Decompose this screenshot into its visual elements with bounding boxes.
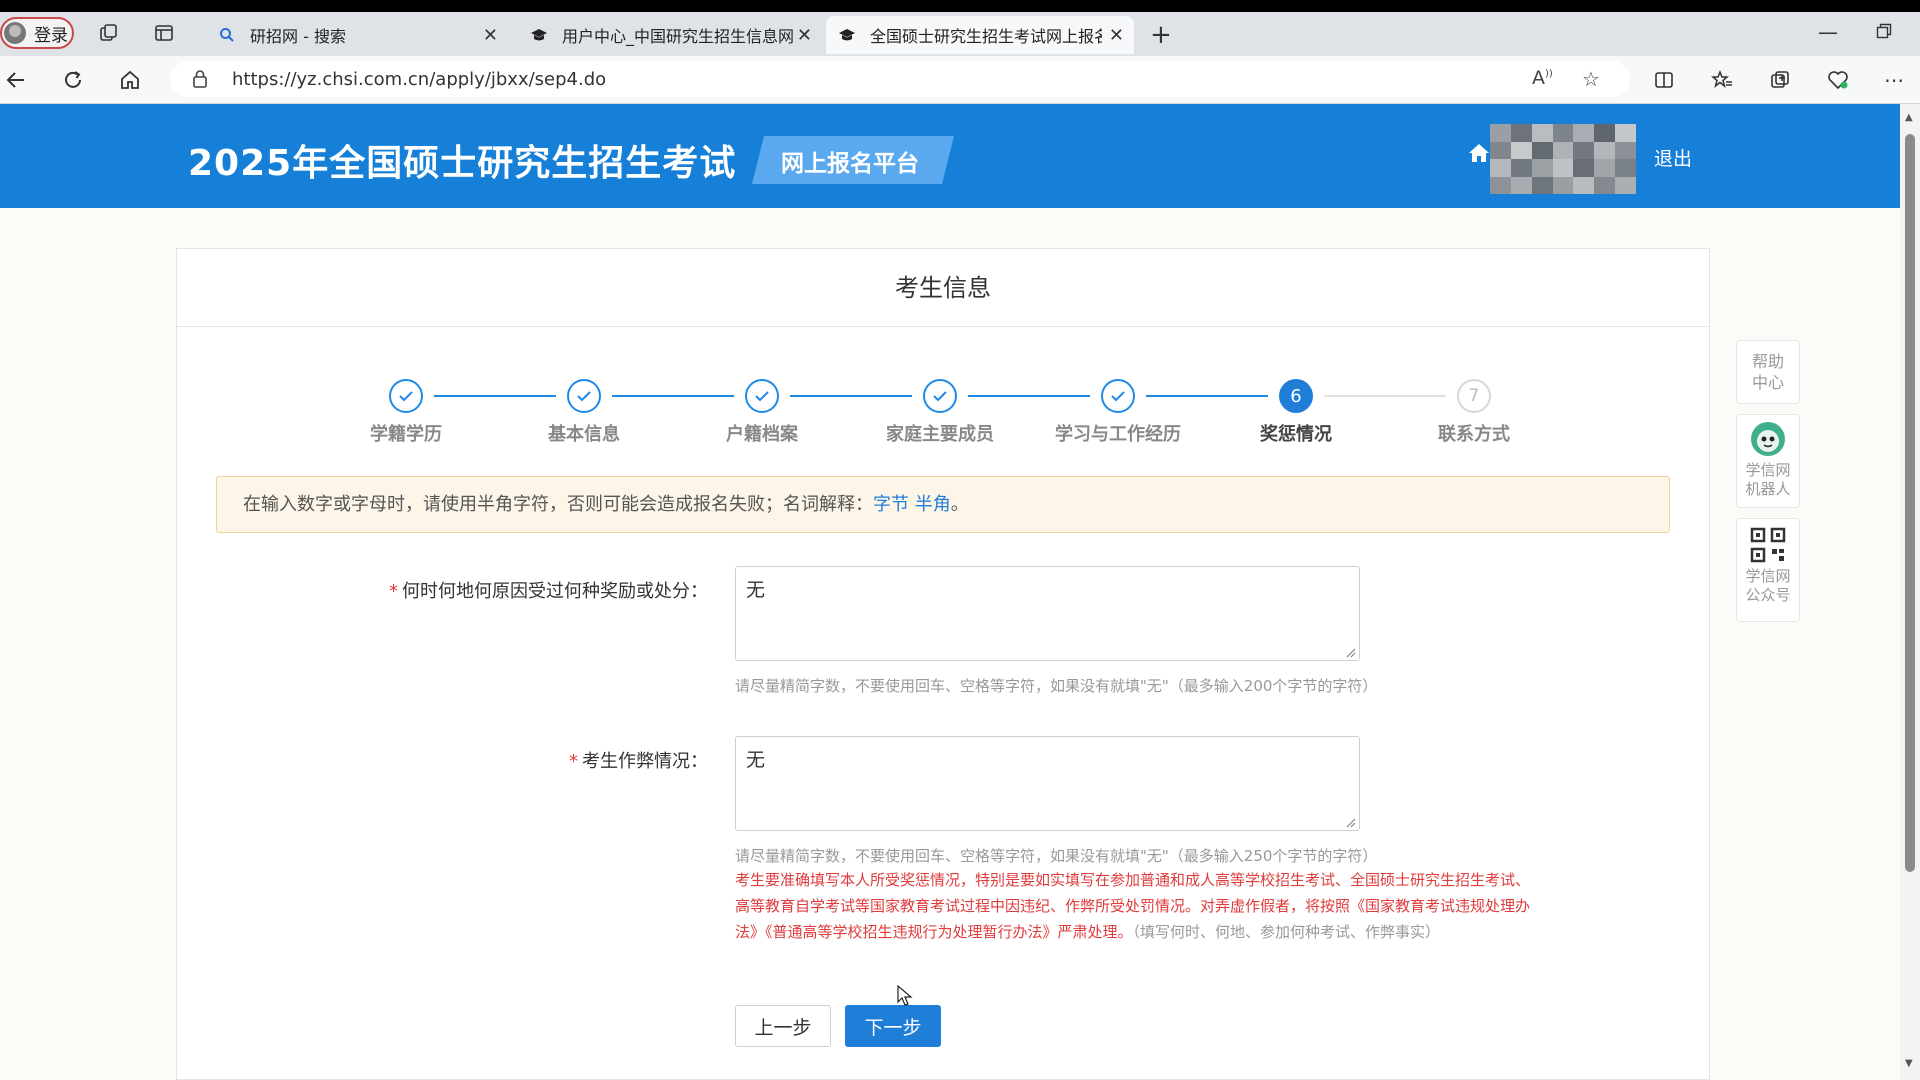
halfwidth-link[interactable]: 半角 xyxy=(915,494,951,515)
favorites-icon[interactable] xyxy=(1708,66,1736,94)
warning-gray: （填写何时、何地、参加何种考试、作弊事实） xyxy=(1132,923,1441,941)
profile-avatar-icon xyxy=(4,22,26,44)
restore-icon[interactable] xyxy=(1876,20,1892,44)
notice-text: 在输入数字或字母时，请使用半角字符，否则可能会造成报名失败；名词解释： xyxy=(243,494,873,515)
avatar xyxy=(1490,124,1636,194)
step-1-check-icon xyxy=(389,379,423,413)
rewards-value: 无 xyxy=(746,579,766,601)
warning-text: 考生要准确填写本人所受奖惩情况，特别是要如实填写在参加普通和成人高等学校招生考试… xyxy=(735,867,1535,945)
window-top-strip xyxy=(0,0,1920,12)
cheating-label-text: 考生作弊情况： xyxy=(582,751,708,772)
site-header: 2025年全国硕士研究生招生考试 网上报名平台 退出 xyxy=(0,104,1900,208)
resize-grip-icon[interactable] xyxy=(1346,818,1356,828)
logout-link[interactable]: 退出 xyxy=(1654,144,1692,171)
step-label: 学籍学历 xyxy=(370,424,442,445)
tab-actions-icon[interactable] xyxy=(153,22,175,44)
home-icon[interactable] xyxy=(1468,142,1490,168)
help-center-button[interactable]: 帮助中心 xyxy=(1736,340,1800,404)
tab-application[interactable]: 全国硕士研究生招生考试网上报名 ✕ xyxy=(826,16,1134,54)
cheating-textarea[interactable]: 无 xyxy=(735,736,1360,831)
back-icon[interactable] xyxy=(2,66,30,94)
form-card: 考生信息 xyxy=(176,248,1710,1080)
robot-button[interactable]: 学信网机器人 xyxy=(1736,414,1800,508)
step-connector xyxy=(1146,395,1268,397)
site-title: 2025年全国硕士研究生招生考试 xyxy=(188,143,737,184)
step-connector xyxy=(434,395,556,397)
scroll-down-icon[interactable]: ▼ xyxy=(1905,1058,1913,1069)
robot-label: 学信网机器人 xyxy=(1745,461,1791,498)
required-mark: * xyxy=(389,581,398,602)
wechat-label: 学信网公众号 xyxy=(1745,567,1791,604)
step-label: 联系方式 xyxy=(1438,424,1510,445)
step-connector xyxy=(790,395,912,397)
browser-essentials-icon[interactable] xyxy=(1824,66,1852,94)
rewards-hint: 请尽量精简字数，不要使用回车、空格等字符，如果没有就填"无"（最多输入200个字… xyxy=(735,677,1378,695)
minimize-icon[interactable]: — xyxy=(1818,20,1838,44)
tab-search[interactable]: 研招网 - 搜索 ✕ xyxy=(206,16,508,54)
cheating-value: 无 xyxy=(746,749,766,771)
next-step-button[interactable]: 下一步 xyxy=(845,1005,941,1047)
byte-link[interactable]: 字节 xyxy=(873,494,909,515)
robot-icon xyxy=(1750,421,1786,457)
read-aloud-icon[interactable]: A)) xyxy=(1532,67,1553,89)
step-label: 家庭主要成员 xyxy=(886,424,994,445)
step-5-check-icon xyxy=(1101,379,1135,413)
required-mark: * xyxy=(569,751,578,772)
step-3-check-icon xyxy=(745,379,779,413)
rewards-label: * 何时何地何原因受过何种奖励或处分： xyxy=(188,577,708,603)
profile-label: 登录 xyxy=(34,25,68,46)
mortarboard-icon xyxy=(530,26,548,44)
step-label: 学习与工作经历 xyxy=(1055,424,1181,445)
reload-icon[interactable] xyxy=(59,66,87,94)
close-icon[interactable]: ✕ xyxy=(483,25,498,46)
platform-label: 网上报名平台 xyxy=(781,151,919,177)
more-menu-icon[interactable]: ⋯ xyxy=(1880,66,1908,94)
close-icon[interactable]: ✕ xyxy=(797,25,812,46)
cheating-hint: 请尽量精简字数，不要使用回车、空格等字符，如果没有就填"无"（最多输入250个字… xyxy=(735,847,1378,865)
cheating-label: * 考生作弊情况： xyxy=(188,747,708,773)
search-icon xyxy=(218,26,236,44)
profile-button[interactable]: 登录 xyxy=(0,17,74,49)
mouse-cursor-icon xyxy=(897,984,913,1011)
tab-title: 全国硕士研究生招生考试网上报名 xyxy=(870,27,1102,46)
home-icon[interactable] xyxy=(116,66,144,94)
new-tab-button[interactable]: + xyxy=(1150,20,1172,50)
workspaces-icon[interactable] xyxy=(98,22,120,44)
step-connector xyxy=(612,395,734,397)
step-2-check-icon xyxy=(567,379,601,413)
tab-title: 用户中心_中国研究生招生信息网 xyxy=(562,27,795,46)
step-connector xyxy=(1324,395,1446,397)
resize-grip-icon[interactable] xyxy=(1346,648,1356,658)
card-title: 考生信息 xyxy=(177,249,1709,327)
split-screen-icon[interactable] xyxy=(1650,66,1678,94)
prev-step-button[interactable]: 上一步 xyxy=(735,1005,831,1047)
collections-icon[interactable] xyxy=(1766,66,1794,94)
step-6-number: 6 xyxy=(1279,379,1313,413)
step-label-current: 奖惩情况 xyxy=(1260,424,1332,445)
close-icon[interactable]: ✕ xyxy=(1109,25,1124,46)
qr-code-icon xyxy=(1750,527,1786,563)
step-connector xyxy=(968,395,1090,397)
rewards-label-text: 何时何地何原因受过何种奖励或处分： xyxy=(402,581,708,602)
url-field[interactable]: https://yz.chsi.com.cn/apply/jbxx/sep4.d… xyxy=(170,61,1630,97)
url-text[interactable]: https://yz.chsi.com.cn/apply/jbxx/sep4.d… xyxy=(232,69,606,90)
scrollbar-thumb[interactable] xyxy=(1905,134,1915,872)
step-label: 户籍档案 xyxy=(726,424,798,445)
step-7-number: 7 xyxy=(1457,379,1491,413)
notice-end: 。 xyxy=(950,494,969,515)
wechat-qr-button[interactable]: 学信网公众号 xyxy=(1736,518,1800,622)
help-center-label: 帮助中心 xyxy=(1751,352,1784,392)
favorite-star-icon[interactable]: ☆ xyxy=(1582,67,1600,91)
lock-icon[interactable] xyxy=(192,69,208,93)
mortarboard-icon xyxy=(838,26,856,44)
step-4-check-icon xyxy=(923,379,957,413)
tab-user-center[interactable]: 用户中心_中国研究生招生信息网 ✕ xyxy=(518,16,822,54)
notice-banner: 在输入数字或字母时，请使用半角字符，否则可能会造成报名失败；名词解释：字节 半角… xyxy=(216,476,1670,533)
step-label: 基本信息 xyxy=(548,424,620,445)
tab-title: 研招网 - 搜索 xyxy=(250,27,346,46)
rewards-textarea[interactable]: 无 xyxy=(735,566,1360,661)
scroll-up-icon[interactable]: ▲ xyxy=(1905,112,1913,123)
